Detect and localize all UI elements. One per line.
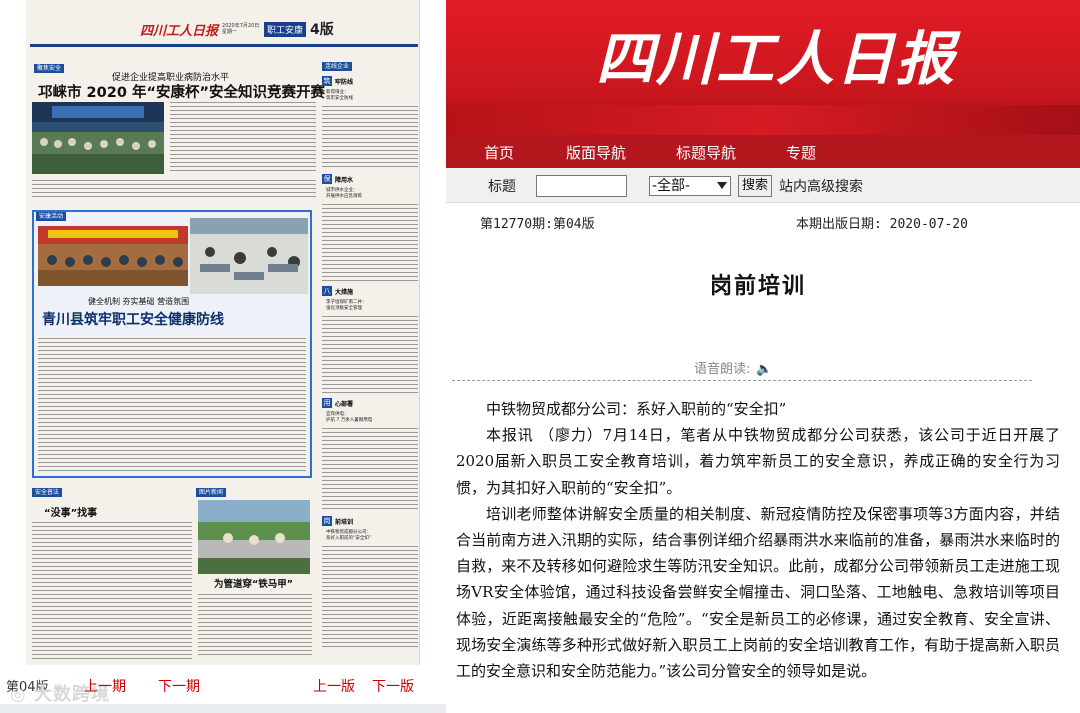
nav-page-navigation[interactable]: 版面导航 — [566, 142, 626, 163]
paper-section: 职工安康 — [264, 21, 307, 37]
tag-safety-news: 聚焦安全 — [34, 64, 65, 73]
photo-classroom-image — [38, 226, 188, 286]
side-4-title[interactable]: 心部署 — [335, 399, 353, 408]
next-page-link[interactable]: 下一版 — [372, 676, 414, 696]
side-column: 连线企业 筑 牢防线 新得煤业： 筑牢安全防线 保 障用水 城市供水企业： 开展… — [322, 62, 418, 652]
photo-news-text — [198, 592, 312, 658]
law-text — [32, 520, 192, 660]
chevron-down-icon — [717, 182, 727, 189]
site-brand-logo[interactable]: 四川工人日报 — [596, 12, 956, 96]
article-title: 岗前培训 — [709, 273, 806, 299]
article1-text-bottom — [32, 178, 316, 198]
site-banner: 四川工人日报 — [446, 0, 1080, 135]
side-1-title[interactable]: 牢防线 — [335, 77, 353, 86]
side-5-sub[interactable]: 中铁物贸成都分公司： 系好入职前的“安全扣” — [326, 530, 371, 542]
photo-exam-hall-image — [190, 218, 308, 294]
paper-logo: 四川工人日报 — [140, 23, 219, 39]
nav-title-navigation[interactable]: 标题导航 — [676, 142, 736, 163]
article-paragraph-2: 培训老师整体讲解安全质量的相关制度、新冠疫情防控及保密事项等3方面内容，并结合当… — [456, 504, 1060, 681]
side-5-text — [322, 544, 418, 650]
pager-bottom-strip — [0, 704, 446, 713]
headline2-kicker[interactable]: 健全机制 夯实基础 营造氛围 — [88, 296, 189, 307]
photo-contest[interactable] — [32, 102, 164, 174]
tag-column: 连线企业 — [322, 62, 353, 71]
photo-exam-hall[interactable] — [190, 218, 308, 294]
article2-text — [38, 336, 306, 472]
headline1[interactable]: 邛崃市 2020 年“安康杯”安全知识竞赛开赛 — [38, 81, 325, 102]
search-scope-value: -全部- — [652, 178, 691, 194]
next-issue-link[interactable]: 下一期 — [158, 676, 200, 696]
tag-photo-news: 图片新闻 — [196, 488, 227, 497]
paper-date: 2020年7月20日 星期一 — [222, 23, 260, 35]
text-to-speech[interactable]: 语音朗读: 🔈 — [694, 358, 773, 377]
tag-law: 安全普法 — [32, 488, 63, 497]
prev-issue-link[interactable]: 上一期 — [84, 676, 126, 696]
side-1-text — [322, 104, 418, 170]
photo-caption[interactable]: 为管道穿“铁马甲” — [214, 576, 293, 590]
side-2-text — [322, 202, 418, 282]
side-4-char: 用 — [322, 398, 332, 408]
search-label: 标题 — [488, 179, 516, 195]
side-1-sub[interactable]: 新得煤业： 筑牢安全防线 — [326, 90, 353, 102]
side-2-char: 保 — [322, 174, 332, 184]
side-5-char: 岗 — [322, 516, 332, 526]
photo-classroom[interactable] — [38, 226, 188, 286]
article-body: 中铁物贸成都分公司：系好入职前的“安全扣” 本报讯 （廖力）7月14日，笔者从中… — [456, 396, 1060, 684]
speaker-icon[interactable]: 🔈 — [756, 362, 772, 377]
banner-stripe — [446, 105, 1080, 135]
prev-page-link[interactable]: 上一版 — [313, 676, 355, 696]
main-nav: 首页 版面导航 标题导航 专题 — [446, 135, 1080, 168]
headline2[interactable]: 青川县筑牢职工安全健康防线 — [42, 309, 224, 329]
paper-page-no: 4版 — [310, 22, 334, 38]
search-bar: 标题 -全部- 搜索 站内高级搜索 — [446, 168, 1080, 203]
law-title[interactable]: “没事”找事 — [44, 504, 97, 519]
side-2-title[interactable]: 障用水 — [335, 175, 353, 184]
publish-date: 本期出版日期: 2020-07-20 — [796, 217, 968, 232]
tts-label: 语音朗读: — [694, 362, 751, 377]
side-3-title[interactable]: 大措施 — [335, 287, 353, 296]
side-3-char: 八 — [322, 286, 332, 296]
search-button[interactable]: 搜索 — [738, 175, 772, 197]
photo-pipeline[interactable] — [198, 500, 310, 574]
advanced-search-link[interactable]: 站内高级搜索 — [779, 176, 863, 196]
masthead-rule — [30, 44, 418, 47]
tag-safety-exam: 安康活动 — [36, 212, 67, 221]
search-scope-select[interactable]: -全部- — [649, 176, 731, 196]
nav-home[interactable]: 首页 — [484, 142, 514, 163]
side-3-sub[interactable]: 李子垭煤矿南二井： 强化顶板安全管理 — [326, 300, 367, 312]
side-2-sub[interactable]: 城市供水企业： 开展供水应急演练 — [326, 188, 362, 200]
side-4-sub[interactable]: 宜宾供电： 护航 7 万余人暑期用电 — [326, 412, 372, 424]
article-subtitle: 中铁物贸成都分公司：系好入职前的“安全扣” — [486, 400, 787, 418]
search-input[interactable] — [536, 175, 627, 197]
paper-masthead: 四川工人日报 2020年7月20日 星期一 职工安康 4版 — [140, 20, 334, 39]
article-separator — [452, 380, 1032, 381]
page-root: 四川工人日报 2020年7月20日 星期一 职工安康 4版 聚焦安全 促进企业提… — [0, 0, 1080, 713]
side-3-text — [322, 314, 418, 394]
article1-text — [170, 100, 316, 174]
issue-number: 第12770期:第04版 — [480, 217, 595, 232]
side-4-text — [322, 426, 418, 512]
side-5-title[interactable]: 前培训 — [335, 517, 353, 526]
newspaper-page-image[interactable]: 四川工人日报 2020年7月20日 星期一 职工安康 4版 聚焦安全 促进企业提… — [0, 0, 446, 713]
photo-pipeline-image — [198, 500, 310, 574]
nav-topics[interactable]: 专题 — [786, 142, 816, 163]
side-1-char: 筑 — [322, 76, 332, 86]
photo-contest-image — [32, 102, 164, 174]
article-paragraph-1: 本报讯 （廖力）7月14日，笔者从中铁物贸成都分公司获悉，该公司于近日开展了20… — [456, 426, 1060, 497]
